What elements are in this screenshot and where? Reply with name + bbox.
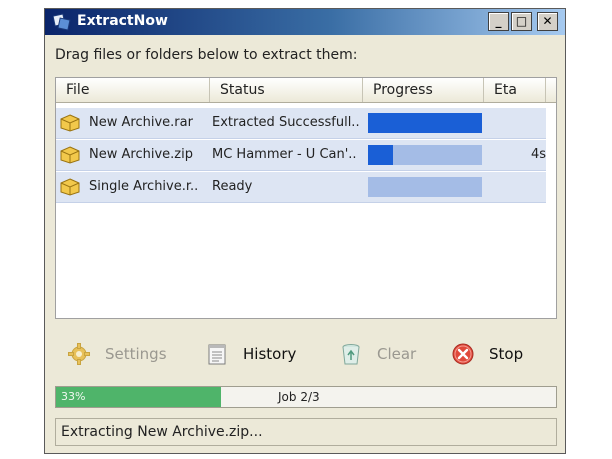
notepad-icon: [208, 344, 226, 365]
extractnow-icon: [53, 13, 71, 31]
archive-box-icon: [60, 114, 80, 132]
file-name: Single Archive.r..: [89, 179, 199, 194]
status-bar: Extracting New Archive.zip...: [55, 418, 557, 446]
file-progress-fill: [368, 145, 394, 165]
recycle-bin-icon: [342, 344, 360, 365]
clear-label: Clear: [377, 345, 417, 363]
minimize-button[interactable]: _: [488, 12, 509, 31]
stop-button[interactable]: Stop: [451, 339, 541, 369]
instruction-text: Drag files or folders below to extract t…: [55, 47, 358, 63]
overall-progress-percent: 33%: [61, 390, 86, 403]
archive-list[interactable]: File Status Progress Eta New Archive.rar…: [55, 77, 557, 319]
file-status: MC Hammer - U Can'..: [212, 147, 357, 162]
job-counter: Job 2/3: [278, 390, 320, 404]
file-status: Extracted Successfull..: [212, 115, 360, 130]
settings-button[interactable]: Settings: [67, 339, 177, 369]
history-button[interactable]: History: [205, 339, 305, 369]
gear-icon: [68, 343, 90, 365]
status-text: Extracting New Archive.zip...: [61, 424, 263, 440]
column-header-status[interactable]: Status: [210, 78, 363, 102]
file-progress-bar: [368, 145, 482, 165]
file-progress-bar: [368, 113, 482, 133]
file-progress-bar: [368, 177, 482, 197]
column-header-progress[interactable]: Progress: [363, 78, 484, 102]
archive-box-icon: [60, 178, 80, 196]
close-button[interactable]: ✕: [537, 12, 558, 31]
stop-icon: [452, 343, 474, 365]
file-name: New Archive.rar: [89, 115, 193, 130]
toolbar: Settings History Clear Stop: [55, 339, 557, 369]
archive-box-icon: [60, 146, 80, 164]
clear-button[interactable]: Clear: [339, 339, 429, 369]
column-header-eta[interactable]: Eta: [484, 78, 546, 102]
list-item[interactable]: New Archive.zip MC Hammer - U Can'.. 4s: [56, 140, 546, 171]
title-bar[interactable]: ExtractNow _ □ ✕: [45, 9, 565, 35]
file-name: New Archive.zip: [89, 147, 193, 162]
overall-progress-bar: 33% Job 2/3: [55, 386, 557, 408]
maximize-button[interactable]: □: [511, 12, 532, 31]
history-label: History: [243, 345, 297, 363]
settings-label: Settings: [105, 345, 167, 363]
list-item[interactable]: Single Archive.r.. Ready: [56, 172, 546, 203]
file-status: Ready: [212, 179, 253, 194]
list-item[interactable]: New Archive.rar Extracted Successfull..: [56, 108, 546, 139]
extractnow-window: ExtractNow _ □ ✕ Drag files or folders b…: [44, 8, 566, 454]
column-header-file[interactable]: File: [56, 78, 210, 102]
stop-label: Stop: [489, 345, 524, 363]
file-progress-fill: [368, 113, 482, 133]
window-title: ExtractNow: [77, 13, 168, 29]
file-eta: 4s: [530, 147, 546, 162]
list-header: File Status Progress Eta: [56, 78, 556, 103]
